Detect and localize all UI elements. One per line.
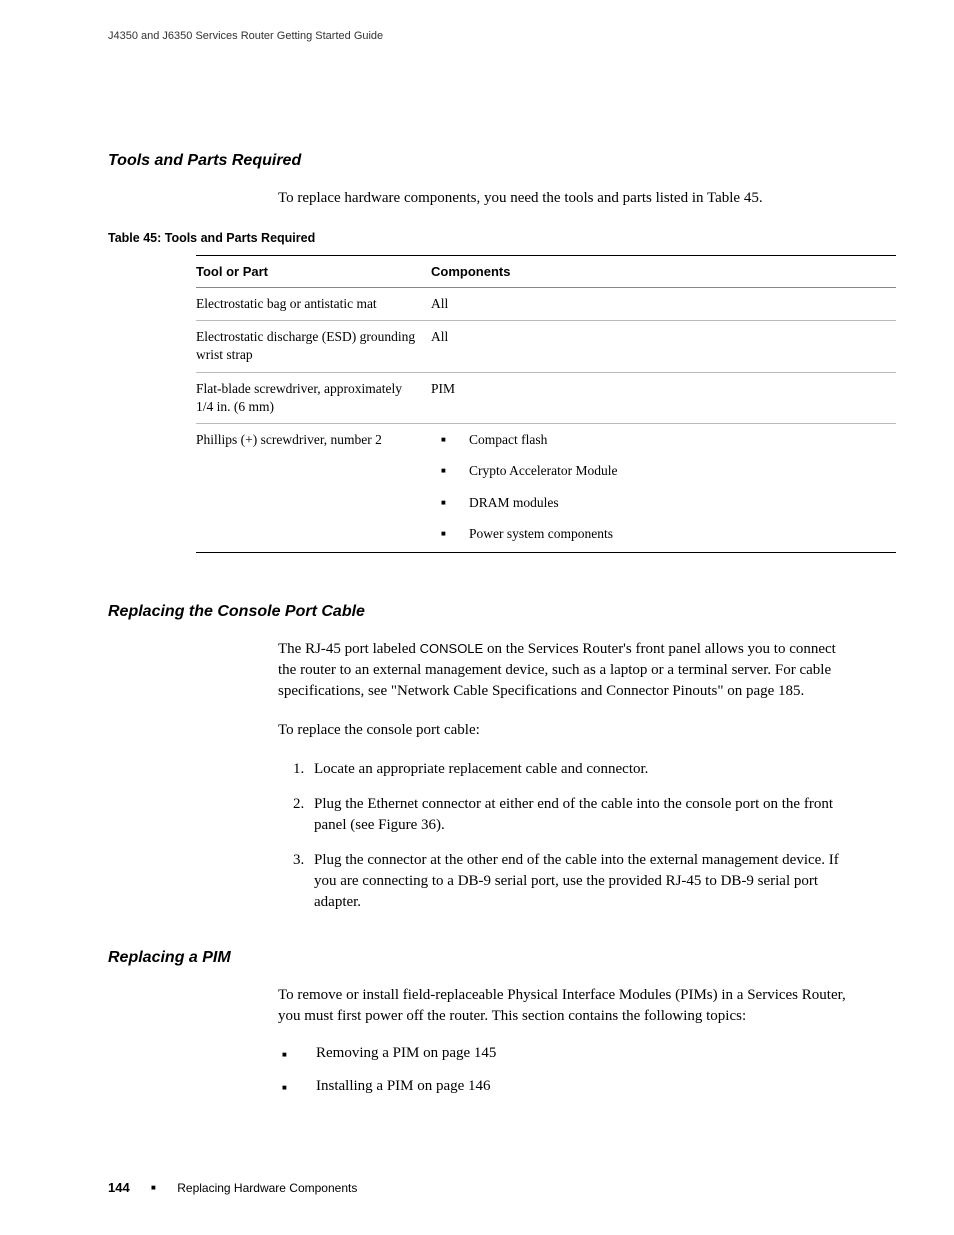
square-icon: ■ [151, 1183, 156, 1192]
list-item: Plug the Ethernet connector at either en… [308, 794, 846, 836]
cell-components: PIM [431, 372, 896, 423]
pim-intro: To remove or install field-replaceable P… [108, 985, 846, 1027]
list-item: DRAM modules [431, 494, 886, 512]
tools-table: Tool or Part Components Electrostatic ba… [196, 255, 896, 553]
cell-tool: Flat-blade screwdriver, approximately 1/… [196, 372, 431, 423]
cell-components: All [431, 321, 896, 372]
list-item: Compact flash [431, 431, 886, 449]
pim-topics: Removing a PIM on page 145 Installing a … [108, 1045, 846, 1095]
tools-intro: To replace hardware components, you need… [108, 188, 846, 209]
page-number: 144 [108, 1180, 130, 1195]
list-item: Crypto Accelerator Module [431, 462, 886, 480]
table-row: Flat-blade screwdriver, approximately 1/… [196, 372, 896, 423]
table-row: Phillips (+) screwdriver, number 2 Compa… [196, 424, 896, 553]
list-item: Power system components [431, 525, 886, 543]
console-steps: Locate an appropriate replacement cable … [108, 759, 846, 913]
list-item: Locate an appropriate replacement cable … [308, 759, 846, 780]
console-leadin: To replace the console port cable: [108, 720, 846, 741]
th-components: Components [431, 256, 896, 288]
heading-tools: Tools and Parts Required [108, 152, 846, 170]
page: J4350 and J6350 Services Router Getting … [0, 0, 954, 1235]
cell-components: All [431, 288, 896, 321]
running-header: J4350 and J6350 Services Router Getting … [108, 30, 846, 42]
list-item: Removing a PIM on page 145 [278, 1045, 846, 1062]
list-item: Installing a PIM on page 146 [278, 1078, 846, 1095]
cell-tool: Phillips (+) screwdriver, number 2 [196, 424, 431, 553]
table-caption: Table 45: Tools and Parts Required [108, 231, 846, 245]
list-item: Plug the connector at the other end of t… [308, 850, 846, 913]
console-intro: The RJ-45 port labeled CONSOLE on the Se… [108, 639, 846, 702]
th-tool: Tool or Part [196, 256, 431, 288]
cell-tool: Electrostatic bag or antistatic mat [196, 288, 431, 321]
heading-pim: Replacing a PIM [108, 949, 846, 967]
console-label: CONSOLE [420, 641, 484, 656]
console-pre: The RJ-45 port labeled [278, 641, 420, 657]
cell-tool: Electrostatic discharge (ESD) grounding … [196, 321, 431, 372]
heading-console: Replacing the Console Port Cable [108, 603, 846, 621]
footer-section: Replacing Hardware Components [177, 1181, 357, 1195]
footer: 144 ■ Replacing Hardware Components [108, 1180, 357, 1195]
table-row: Electrostatic discharge (ESD) grounding … [196, 321, 896, 372]
cell-components: Compact flash Crypto Accelerator Module … [431, 424, 896, 553]
table-row: Electrostatic bag or antistatic mat All [196, 288, 896, 321]
